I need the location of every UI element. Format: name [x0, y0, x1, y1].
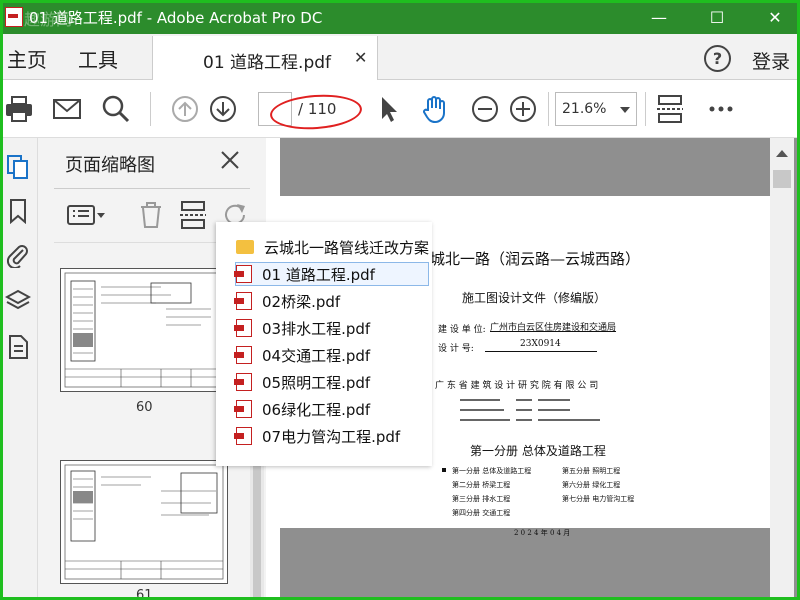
pdf-file-icon — [234, 292, 252, 310]
menu-bar: 主页 工具 — [0, 34, 800, 80]
email-icon[interactable] — [52, 94, 82, 124]
file-list-item[interactable]: 07电力管沟工程.pdf — [234, 425, 401, 447]
watermark: 趣游网 — [24, 10, 73, 29]
volume-list-item: 第二分册 桥梁工程 — [452, 481, 511, 489]
zoom-in-icon[interactable] — [508, 94, 538, 124]
file-name: 06绿化工程.pdf — [262, 400, 371, 419]
more-options-icon[interactable] — [706, 94, 736, 124]
volume-title: 第一分册 总体及道路工程 — [470, 444, 606, 458]
thumbnail-drawing — [64, 272, 224, 388]
file-name: 02桥梁.pdf — [262, 292, 341, 311]
institute-name: 广 东 省 建 筑 设 计 研 究 院 有 限 公 司 — [435, 381, 599, 391]
toolbar: / 110 — [0, 80, 800, 138]
document-info-icon[interactable] — [5, 334, 31, 360]
tab-close-icon[interactable]: ✕ — [354, 48, 367, 67]
scroll-up-icon[interactable] — [776, 150, 788, 157]
zoom-value: 21.6% — [562, 101, 607, 117]
select-cursor-icon[interactable] — [374, 94, 404, 124]
previous-page-icon[interactable] — [170, 94, 200, 124]
thumbnail-page-number: 60 — [136, 400, 153, 415]
volume-list-item: 第五分册 照明工程 — [562, 467, 621, 475]
file-list-item[interactable]: 云城北一路管线迁改方案 — [236, 236, 429, 258]
file-list-item[interactable]: 02桥梁.pdf — [234, 290, 341, 312]
pdf-file-icon — [234, 427, 252, 445]
layers-icon[interactable] — [5, 288, 31, 314]
menu-home[interactable]: 主页 — [7, 44, 47, 73]
file-name: 云城北一路管线迁改方案 — [264, 238, 430, 257]
chevron-down-icon — [620, 107, 630, 113]
design-number-value: 23X0914 — [520, 339, 561, 349]
next-page-icon[interactable] — [208, 94, 238, 124]
doc-subtitle: 施工图设计文件（修编版） — [462, 291, 607, 305]
file-list-item[interactable]: 03排水工程.pdf — [234, 317, 371, 339]
bookmark-icon[interactable] — [5, 198, 31, 224]
toolbar-separator — [548, 92, 549, 126]
file-name: 05照明工程.pdf — [262, 373, 371, 392]
underline — [485, 351, 597, 352]
file-list-item[interactable]: 06绿化工程.pdf — [234, 398, 371, 420]
volume-list-item: 第七分册 电力管沟工程 — [562, 495, 635, 503]
tab-label: 01 道路工程.pdf — [203, 53, 332, 73]
page-thumbnails-icon[interactable] — [5, 154, 31, 180]
thumbnail-page-number: 61 — [136, 588, 153, 600]
volume-list-item: 第三分册 排水工程 — [452, 495, 511, 503]
document-scrollbar[interactable] — [770, 138, 794, 600]
close-window-button[interactable]: ✕ — [748, 0, 800, 34]
title-bar: 01 道路工程.pdf - Adobe Acrobat Pro DC 趣游网 —… — [0, 0, 800, 34]
pdf-file-icon — [234, 373, 252, 391]
doc-title: 城北一路（润云路—云城西路） — [430, 250, 641, 268]
folder-icon — [236, 240, 254, 254]
toolbar-separator — [150, 92, 151, 126]
help-icon[interactable]: ? — [704, 45, 731, 72]
file-name: 04交通工程.pdf — [262, 346, 371, 365]
document-date: 2 0 2 4 年 0 4 月 — [514, 529, 571, 537]
login-button[interactable]: 登录 — [752, 47, 790, 74]
volume-list-item: 第六分册 绿化工程 — [562, 481, 621, 489]
file-list-overlay: 云城北一路管线迁改方案 01 道路工程.pdf 02桥梁.pdf 03排水工程.… — [216, 222, 432, 466]
window-title: 01 道路工程.pdf - Adobe Acrobat Pro DC — [29, 8, 323, 27]
pdf-file-icon — [234, 400, 252, 418]
fit-page-icon[interactable] — [655, 94, 685, 124]
close-icon[interactable] — [218, 148, 242, 172]
maximize-button[interactable]: ☐ — [690, 0, 744, 34]
file-name: 07电力管沟工程.pdf — [262, 427, 401, 446]
file-name: 03排水工程.pdf — [262, 319, 371, 338]
pdf-file-icon — [234, 265, 252, 283]
qualification-lines — [460, 399, 600, 421]
file-list-item[interactable]: 01 道路工程.pdf — [234, 262, 429, 286]
scrollbar-thumb[interactable] — [773, 170, 791, 188]
hand-tool-icon[interactable] — [420, 94, 450, 124]
acrobat-icon — [5, 7, 23, 27]
zoom-select[interactable]: 21.6% — [555, 92, 637, 126]
menu-tools[interactable]: 工具 — [78, 44, 118, 73]
navigation-rail — [0, 138, 38, 600]
page-thumbnail[interactable] — [60, 460, 228, 584]
file-list-item[interactable]: 05照明工程.pdf — [234, 371, 371, 393]
insert-page-icon[interactable] — [178, 200, 208, 230]
file-name: 01 道路工程.pdf — [262, 265, 375, 284]
print-icon[interactable] — [4, 94, 34, 124]
thumbnail-drawing — [64, 464, 224, 580]
pdf-file-icon — [234, 319, 252, 337]
panel-title: 页面缩略图 — [65, 155, 155, 176]
toolbar-separator — [645, 92, 646, 126]
volume-list-item: 第一分册 总体及道路工程 — [452, 467, 532, 475]
builder-label: 建 设 单 位: — [438, 325, 486, 335]
zoom-out-icon[interactable] — [470, 94, 500, 124]
minimize-button[interactable]: — — [632, 0, 686, 34]
file-list-item[interactable]: 04交通工程.pdf — [234, 344, 371, 366]
bullet-square — [442, 468, 446, 472]
delete-page-icon[interactable] — [136, 200, 166, 230]
page-thumbnail[interactable] — [60, 268, 228, 392]
attachment-icon[interactable] — [5, 242, 31, 268]
builder-value: 广州市白云区住房建设和交通局 — [490, 323, 617, 333]
thumbnail-options-icon[interactable] — [66, 200, 106, 230]
search-icon[interactable] — [101, 94, 131, 124]
pdf-file-icon — [234, 346, 252, 364]
document-tab[interactable]: 01 道路工程.pdf ✕ — [152, 36, 378, 80]
design-number-label: 设 计 号: — [438, 344, 474, 354]
volume-list-item: 第四分册 交通工程 — [452, 509, 511, 517]
panel-divider — [54, 188, 250, 189]
